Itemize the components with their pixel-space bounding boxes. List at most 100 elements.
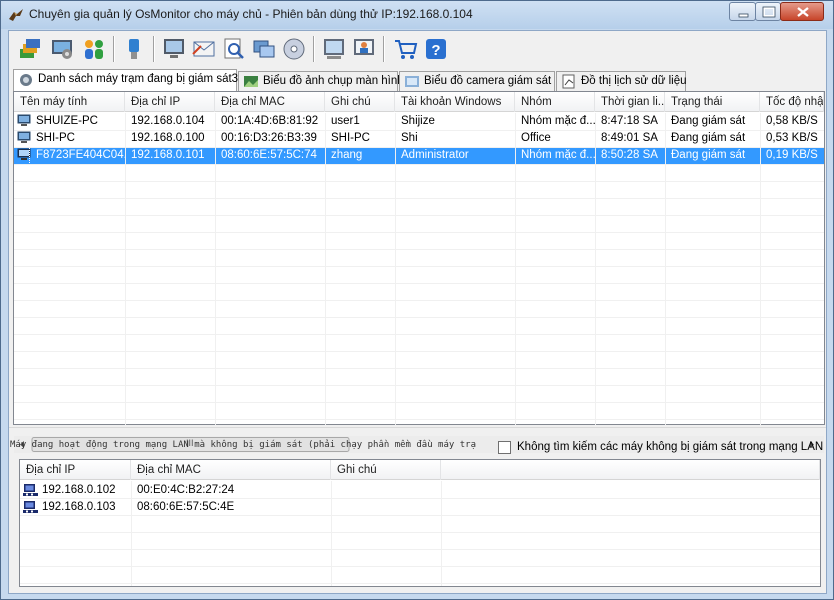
- column-header[interactable]: Ghi chú: [331, 460, 441, 480]
- windows-icon[interactable]: [251, 36, 277, 62]
- grid-line-horizontal: [14, 300, 824, 301]
- cell-computer-name: F8723FE404C04...: [29, 146, 126, 165]
- cell-mac: 00:E0:4C:B2:27:24: [137, 484, 235, 496]
- user-monitor-icon[interactable]: [351, 36, 377, 62]
- cell-note: [331, 499, 441, 516]
- tab-label: Biểu đồ ảnh chụp màn hình: [263, 75, 404, 87]
- checkbox-label: Không tìm kiếm các máy không bị giám sát…: [517, 441, 824, 453]
- list-item[interactable]: 192.168.0.102 00:E0:4C:B2:27:24: [20, 482, 820, 499]
- column-header[interactable]: Tốc độ nhậ...: [760, 92, 824, 112]
- cell-speed: 0,19 KB/S: [766, 149, 818, 161]
- grid-line-horizontal: [20, 515, 820, 516]
- monitor-icon[interactable]: [161, 36, 187, 62]
- column-header[interactable]: Nhóm: [515, 92, 595, 112]
- usb-key-icon[interactable]: [121, 36, 147, 62]
- users-group-icon[interactable]: [81, 36, 107, 62]
- grid-line-vertical: [131, 481, 132, 586]
- screenshot-icon[interactable]: [321, 36, 347, 62]
- table-row-selected[interactable]: F8723FE404C04... 192.168.0.101 08:60:6E:…: [14, 146, 824, 165]
- list-item[interactable]: 192.168.0.103 08:60:6E:57:5C:4E: [20, 499, 820, 516]
- cell-status: Đang giám sát: [671, 115, 746, 127]
- grid-line-horizontal: [14, 249, 824, 250]
- tab-history[interactable]: Đồ thị lịch sử dữ liệu: [556, 71, 687, 91]
- unmonitored-computers-list[interactable]: Địa chỉ IP Địa chỉ MAC Ghi chú 192.168.0…: [19, 459, 821, 587]
- camera-tab-icon: [405, 76, 419, 87]
- minimize-button[interactable]: [729, 2, 756, 21]
- grid-line-horizontal: [20, 532, 820, 533]
- disc-icon[interactable]: [281, 36, 307, 62]
- column-header[interactable]: Địa chỉ IP: [125, 92, 215, 112]
- column-header[interactable]: Ghi chú: [325, 92, 395, 112]
- column-header[interactable]: Địa chỉ MAC: [131, 460, 331, 480]
- help-icon[interactable]: ?: [423, 36, 449, 62]
- grid-line-horizontal: [20, 583, 820, 584]
- tab-monitored-list[interactable]: Danh sách máy trạm đang bị giám sát3: [13, 69, 239, 91]
- column-header-empty: [441, 460, 820, 480]
- cell-time: 8:50:28 SA: [601, 149, 658, 161]
- mail-icon[interactable]: [191, 36, 217, 62]
- cell-speed: 0,58 KB/S: [766, 115, 818, 127]
- grid-line-horizontal: [14, 147, 824, 148]
- tab-label: Danh sách máy trạm đang bị giám sát3: [38, 73, 239, 85]
- column-header[interactable]: Trạng thái: [665, 92, 760, 112]
- skip-unmonitored-checkbox[interactable]: [498, 441, 511, 454]
- tab-label: Biểu đồ camera giám sát: [424, 75, 552, 87]
- cell-ip: 192.168.0.101: [131, 149, 205, 161]
- close-button[interactable]: [780, 2, 824, 21]
- cell-status: Đang giám sát: [671, 132, 746, 144]
- grid-line-horizontal: [14, 283, 824, 284]
- grid-line-vertical: [331, 481, 332, 586]
- cell-mac: 00:1A:4D:6B:81:92: [221, 115, 319, 127]
- close-icon: [797, 7, 809, 17]
- cell-group: Office: [521, 132, 551, 144]
- splitter[interactable]: [9, 427, 826, 432]
- search-document-icon[interactable]: [221, 36, 247, 62]
- maximize-button[interactable]: [755, 2, 781, 21]
- history-tab-icon: [562, 74, 575, 89]
- grid-line-horizontal: [20, 498, 820, 499]
- client-area: ? Danh sách máy trạm đang bị giám sát3 B…: [8, 30, 827, 594]
- image-tab-icon: [244, 76, 258, 87]
- column-header[interactable]: Tên máy tính: [14, 92, 125, 112]
- main-window: Chuyên gia quản lý OsMonitor cho máy chủ…: [0, 0, 834, 600]
- monitored-computers-list[interactable]: Tên máy tính Địa chỉ IP Địa chỉ MAC Ghi …: [13, 91, 825, 453]
- cell-ip: 192.168.0.100: [131, 132, 205, 144]
- column-header[interactable]: Địa chỉ MAC: [215, 92, 325, 112]
- tab-screenshots[interactable]: Biểu đồ ảnh chụp màn hình: [238, 71, 404, 91]
- tab-camera[interactable]: Biểu đồ camera giám sát: [399, 71, 555, 91]
- toolbar-separator: [113, 36, 115, 62]
- cell-mac: 08:60:6E:57:5C:4E: [137, 501, 235, 513]
- grid-line-horizontal: [14, 215, 824, 216]
- screen-settings-icon[interactable]: [49, 36, 75, 62]
- layers-icon[interactable]: [17, 36, 43, 62]
- grid-line-vertical: [595, 113, 596, 436]
- table-row[interactable]: SHUIZE-PC 192.168.0.104 00:1A:4D:6B:81:9…: [14, 113, 824, 130]
- svg-text:?: ?: [431, 42, 440, 59]
- cell-computer-name: SHUIZE-PC: [36, 115, 98, 127]
- grid-line-vertical: [760, 113, 761, 436]
- computer-icon: [17, 131, 31, 143]
- column-header[interactable]: Tài khoản Windows: [395, 92, 515, 112]
- cell-note: zhang: [331, 149, 363, 161]
- title-bar[interactable]: Chuyên gia quản lý OsMonitor cho máy chủ…: [1, 1, 833, 29]
- shopping-cart-icon[interactable]: [393, 36, 419, 62]
- column-header[interactable]: Thời gian li...: [595, 92, 665, 112]
- cell-mac: 08:60:6E:57:5C:74: [221, 149, 317, 161]
- toolbar-separator: [383, 36, 385, 62]
- cell-note: SHI-PC: [331, 132, 370, 144]
- grid-line-horizontal: [20, 566, 820, 567]
- column-header[interactable]: Địa chỉ IP: [20, 460, 131, 480]
- toolbar-separator: [153, 36, 155, 62]
- cell-windows-account: Administrator: [401, 149, 469, 161]
- grid-line-horizontal: [14, 198, 824, 199]
- grid-line-horizontal: [14, 402, 824, 403]
- computer-icon: [17, 148, 31, 160]
- cell-ip: 192.168.0.104: [131, 115, 205, 127]
- table-row[interactable]: SHI-PC 192.168.0.100 00:16:D3:26:B3:39 S…: [14, 130, 824, 147]
- grid-line-horizontal: [14, 181, 824, 182]
- grid-line-horizontal: [14, 266, 824, 267]
- grid-line-vertical: [125, 113, 126, 436]
- app-eagle-icon: [9, 9, 23, 21]
- list-header: Tên máy tính Địa chỉ IP Địa chỉ MAC Ghi …: [14, 92, 824, 112]
- grid-line-horizontal: [20, 549, 820, 550]
